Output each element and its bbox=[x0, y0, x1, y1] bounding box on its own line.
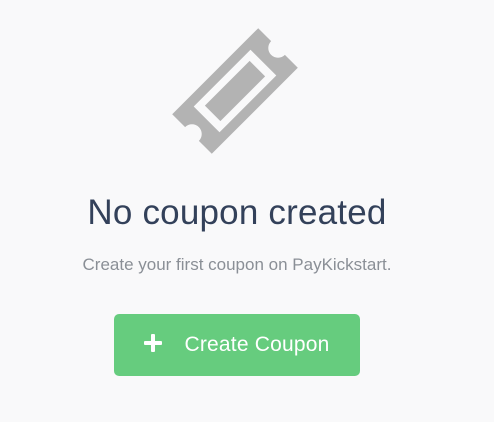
create-coupon-button[interactable]: Create Coupon bbox=[114, 314, 360, 376]
empty-state-subtitle: Create your first coupon on PayKickstart… bbox=[82, 255, 392, 274]
plus-icon bbox=[144, 334, 163, 352]
create-coupon-label: Create Coupon bbox=[184, 333, 330, 356]
coupon-ticket-icon bbox=[162, 18, 308, 164]
empty-state-title: No coupon created bbox=[87, 193, 387, 232]
empty-state: No coupon created Create your first coup… bbox=[0, 0, 494, 422]
